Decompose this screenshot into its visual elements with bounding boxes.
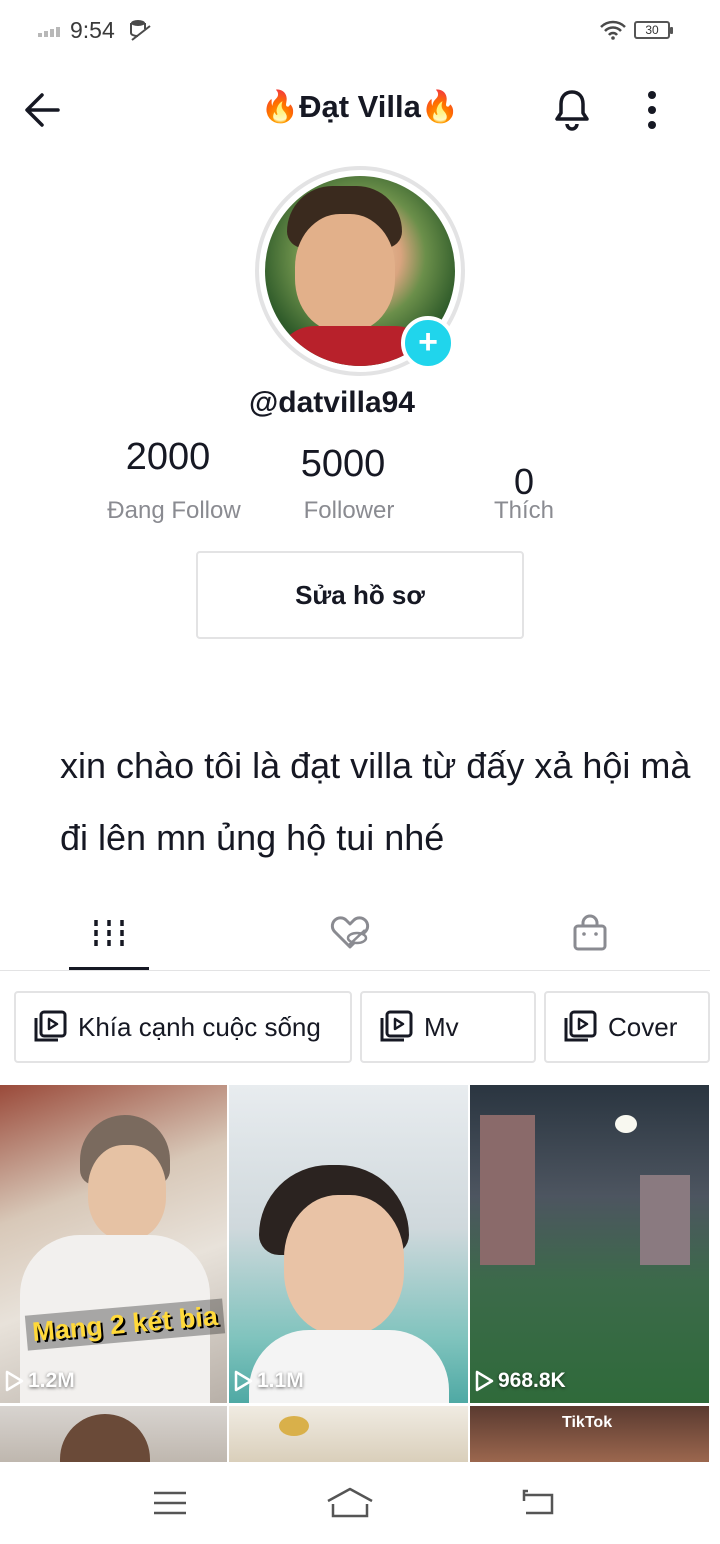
- page-title: 🔥Đạt Villa🔥: [260, 89, 460, 124]
- view-count-value: 968.8K: [498, 1369, 566, 1392]
- back-nav-button[interactable]: [510, 1480, 566, 1526]
- menu-icon: [154, 1491, 186, 1515]
- edit-profile-button[interactable]: Sửa hồ sơ: [196, 551, 524, 639]
- playlist-icon: [380, 1010, 413, 1042]
- video-thumbnail[interactable]: 1.1M: [229, 1085, 468, 1403]
- more-vertical-icon: [648, 91, 656, 129]
- view-count: 1.2M: [4, 1369, 75, 1393]
- arrow-left-icon: [25, 93, 60, 127]
- playlist-label: Cover: [608, 1011, 678, 1042]
- home-button[interactable]: [322, 1480, 378, 1526]
- play-icon: [475, 1370, 494, 1392]
- view-count: 1.1M: [233, 1369, 304, 1393]
- video-thumbnail[interactable]: [0, 1406, 227, 1466]
- view-count-value: 1.2M: [28, 1369, 75, 1392]
- grid-icon: [94, 920, 124, 946]
- home-icon: [327, 1487, 373, 1518]
- add-avatar-button[interactable]: +: [401, 316, 455, 370]
- play-icon: [5, 1370, 24, 1392]
- video-thumbnail[interactable]: [229, 1406, 468, 1466]
- system-nav-bar: [0, 1462, 720, 1544]
- profile-bio: xin chào tôi là đạt villa từ đấy xả hội …: [60, 745, 691, 858]
- video-thumbnail[interactable]: 968.8K: [470, 1085, 709, 1403]
- battery-icon: 30: [634, 21, 673, 39]
- likes-label[interactable]: Thích: [424, 497, 624, 525]
- status-time: 9:54: [70, 17, 115, 43]
- back-button[interactable]: [20, 88, 68, 132]
- notification-button[interactable]: [548, 86, 596, 134]
- view-count-value: 1.1M: [257, 1369, 304, 1392]
- tiktok-watermark: TikTok: [562, 1414, 613, 1431]
- tab-shop[interactable]: [550, 895, 630, 971]
- back-nav-icon: [522, 1489, 554, 1515]
- following-label[interactable]: Đang Follow: [74, 497, 274, 525]
- video-thumbnail[interactable]: Mang 2 két bia 1.2M: [0, 1085, 227, 1403]
- username: @datvilla94: [249, 386, 415, 419]
- wifi-icon: [600, 20, 626, 40]
- bell-icon: [555, 90, 589, 131]
- video-thumbnail[interactable]: TikTok: [470, 1406, 709, 1466]
- playlist-chip[interactable]: Cover: [544, 991, 710, 1063]
- playlist-icon: [34, 1010, 67, 1042]
- data-saver-icon: [130, 20, 151, 41]
- hidden-heart-icon: [330, 916, 370, 949]
- playlist-icon: [564, 1010, 597, 1042]
- play-icon: [234, 1370, 253, 1392]
- profile-tabs: [0, 895, 710, 971]
- playlist-label: Khía cạnh cuộc sống: [78, 1011, 321, 1042]
- following-count[interactable]: 2000: [68, 436, 268, 479]
- more-options-button[interactable]: [632, 86, 672, 134]
- status-bar: 9:54 30: [0, 0, 720, 62]
- active-tab-indicator: [69, 967, 149, 970]
- shopping-bag-icon: [573, 914, 607, 951]
- recent-apps-button[interactable]: [142, 1480, 198, 1526]
- tab-videos[interactable]: [69, 895, 149, 971]
- plus-icon: +: [418, 323, 438, 361]
- follower-count[interactable]: 5000: [243, 443, 443, 486]
- playlist-chip[interactable]: Mv: [360, 991, 536, 1063]
- follower-label[interactable]: Follower: [249, 497, 449, 525]
- signal-icon: [38, 27, 60, 37]
- playlist-label: Mv: [424, 1011, 459, 1042]
- status-right: 30: [600, 20, 673, 40]
- view-count: 968.8K: [474, 1369, 566, 1393]
- playlist-chip[interactable]: Khía cạnh cuộc sống: [14, 991, 352, 1063]
- tab-liked[interactable]: [310, 895, 390, 971]
